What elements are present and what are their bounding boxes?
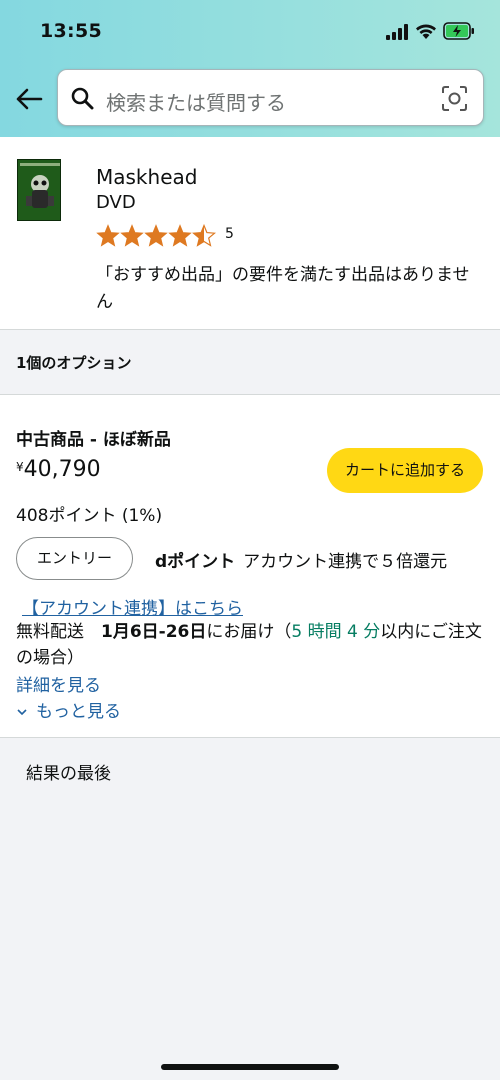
price-value: 40,790 bbox=[23, 457, 101, 482]
rating-count: 5 bbox=[225, 226, 234, 242]
add-to-cart-button[interactable]: カートに追加する bbox=[327, 448, 483, 493]
details-link[interactable]: 詳細を見る bbox=[16, 671, 101, 696]
thumbnail-art bbox=[18, 160, 60, 220]
search-icon bbox=[71, 87, 94, 110]
product-format: DVD bbox=[96, 192, 136, 213]
offer-price: ¥40,790 bbox=[16, 457, 101, 482]
status-bar: 13:55 bbox=[0, 0, 500, 62]
star-icon bbox=[145, 225, 167, 246]
product-title[interactable]: Maskhead bbox=[96, 165, 197, 189]
delivery-countdown: 5 時間 4 分 bbox=[291, 622, 381, 642]
rating-stars bbox=[97, 224, 216, 247]
offer-points: 408ポイント (1%) bbox=[16, 506, 163, 526]
price-currency: ¥ bbox=[16, 460, 24, 474]
back-arrow-icon[interactable] bbox=[14, 84, 44, 114]
chevron-down-icon bbox=[17, 709, 27, 716]
dpoint-label: dポイント bbox=[155, 552, 236, 572]
see-more-link[interactable]: もっと見る bbox=[16, 697, 121, 722]
header-background: 13:55 検索または質問する bbox=[0, 0, 500, 137]
star-half-icon bbox=[192, 224, 216, 247]
options-count: 1個のオプション bbox=[16, 354, 132, 372]
see-more-label: もっと見る bbox=[36, 702, 121, 722]
star-icon bbox=[97, 225, 119, 246]
account-link[interactable]: 【アカウント連携】はこちら bbox=[22, 594, 243, 619]
end-of-results: 結果の最後 bbox=[26, 764, 111, 784]
wifi-icon bbox=[416, 24, 436, 39]
offer-condition: 中古商品 - ほぼ新品 bbox=[16, 430, 171, 450]
featured-offer-notice: 「おすすめ出品」の要件を満たす出品はありません bbox=[96, 265, 470, 312]
delivery-mid: にお届け（ bbox=[206, 622, 292, 642]
home-indicator[interactable] bbox=[161, 1064, 339, 1070]
delivery-date: 1月6日-26日 bbox=[101, 622, 207, 642]
status-time: 13:55 bbox=[40, 20, 102, 42]
star-icon bbox=[169, 225, 191, 246]
delivery-info: 無料配送 1月6日-26日にお届け（5 時間 4 分以内にご注文の場合） bbox=[16, 619, 486, 671]
dpoint-text: アカウント連携で５倍還元 bbox=[243, 552, 448, 572]
product-card[interactable]: Maskhead DVD 5 「おすすめ出品」の要件を満たす出品はありません bbox=[0, 137, 500, 330]
search-input[interactable]: 検索または質問する bbox=[57, 69, 484, 126]
product-thumbnail[interactable] bbox=[17, 159, 61, 221]
search-placeholder: 検索または質問する bbox=[106, 91, 286, 115]
dpoint-promo: dポイント アカウント連携で５倍還元 bbox=[155, 547, 447, 572]
delivery-prefix: 無料配送 bbox=[16, 622, 84, 642]
offer-card: 中古商品 - ほぼ新品 ¥40,790 カートに追加する 408ポイント (1%… bbox=[0, 395, 500, 738]
options-header: 1個のオプション bbox=[0, 330, 500, 395]
cellular-signal-icon bbox=[386, 24, 408, 40]
star-icon bbox=[121, 225, 143, 246]
entry-button[interactable]: エントリー bbox=[16, 537, 133, 580]
camera-scan-icon[interactable] bbox=[441, 85, 468, 112]
battery-charging-icon bbox=[443, 22, 474, 40]
